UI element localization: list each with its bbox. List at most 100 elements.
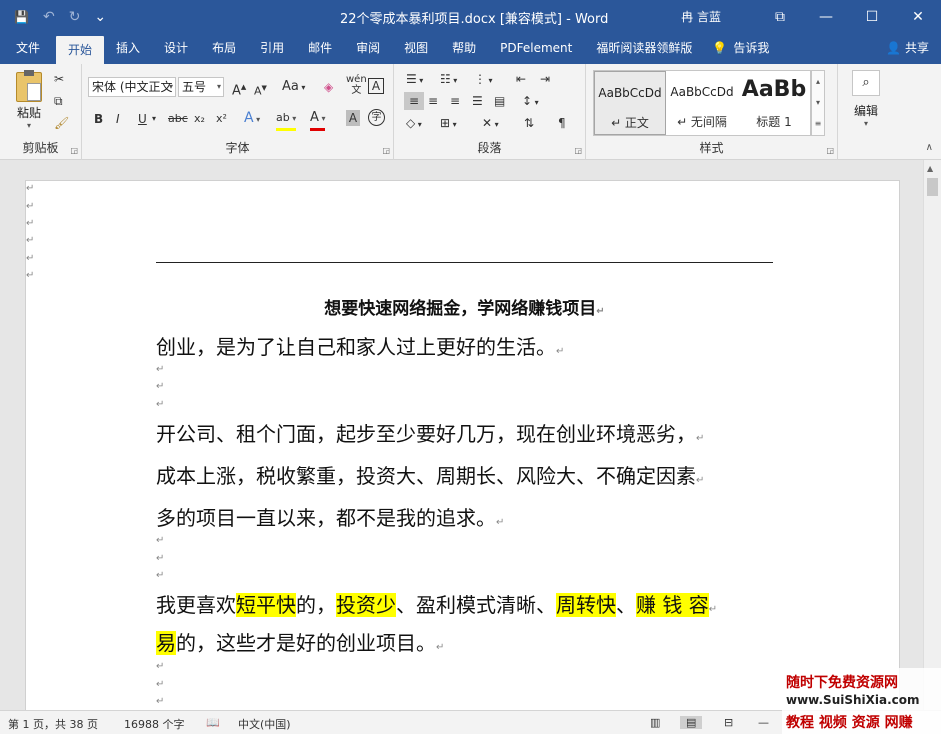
save-icon[interactable]: 💾 <box>14 10 29 24</box>
vertical-scrollbar[interactable]: ▲ <box>923 160 941 710</box>
align-left-button[interactable]: ≡ <box>404 92 424 110</box>
copy-icon[interactable]: ⧉ <box>54 92 63 110</box>
increase-indent-icon[interactable]: ⇥ <box>540 70 550 88</box>
sort-icon[interactable]: ⇅ <box>524 114 534 132</box>
style-normal[interactable]: AaBbCcDd ↵ 正文 <box>594 71 666 135</box>
undo-icon[interactable]: ↶ <box>43 9 55 25</box>
distributed-icon[interactable]: ▤ <box>494 92 505 110</box>
styles-launcher-icon[interactable]: ◲ <box>826 146 834 155</box>
page-count[interactable]: 第 1 页，共 38 页 <box>8 716 98 732</box>
tab-pdfelement[interactable]: PDFelement <box>488 33 584 64</box>
multilevel-list-icon[interactable]: ⋮ ▾ <box>474 70 493 90</box>
subscript-button[interactable]: x₂ <box>194 110 205 128</box>
text-effects-icon[interactable]: A ▾ <box>244 109 260 129</box>
superscript-button[interactable]: x² <box>216 110 227 128</box>
paragraph-mark: ↵ <box>26 183 35 194</box>
chinese-layout-icon[interactable]: ✕ ▾ <box>482 114 499 134</box>
enclose-characters-icon[interactable]: 字 <box>368 109 385 126</box>
web-layout-icon[interactable]: ⊟ <box>724 716 733 729</box>
shading-icon[interactable]: ◇ ▾ <box>406 114 422 134</box>
tab-layout[interactable]: 布局 <box>200 33 248 64</box>
share-label: 共享 <box>904 41 929 55</box>
paste-button[interactable]: 粘贴 ▾ <box>10 70 48 134</box>
borders-icon[interactable]: ⊞ ▾ <box>440 114 457 134</box>
body-line[interactable]: 我更喜欢短平快的，投资少、盈利模式清晰、周转快、赚 钱 容↵ <box>156 589 717 618</box>
body-line[interactable]: 成本上涨，税收繁重，投资大、周期长、风险大、不确定因素↵ <box>156 460 704 489</box>
body-line[interactable]: 开公司、租个门面，起步至少要好几万，现在创业环境恶劣，↵ <box>156 418 704 447</box>
zoom-slider[interactable]: — <box>758 716 769 729</box>
change-case-icon[interactable]: Aa ▾ <box>282 78 305 97</box>
document-area[interactable]: ↵ ↵ ↵ ↵ ↵ ↵ 想要快速网络掘金，学网络赚钱项目↵ 创业，是为了让自己和… <box>0 160 923 710</box>
tab-view[interactable]: 视图 <box>392 33 440 64</box>
character-border-icon[interactable]: A <box>368 78 384 94</box>
proofing-icon[interactable]: 📖 <box>206 716 220 729</box>
tab-file[interactable]: 文件 <box>0 33 52 64</box>
shrink-font-icon[interactable]: A▼ <box>254 79 267 101</box>
editing-button[interactable]: ⌕ 编辑 ▾ <box>848 70 884 128</box>
align-center-button[interactable]: ≡ <box>428 92 438 110</box>
body-line[interactable]: 多的项目一直以来，都不是我的追求。↵ <box>156 502 504 531</box>
tab-home[interactable]: 开始 <box>56 36 105 64</box>
show-marks-icon[interactable]: ¶ <box>558 114 566 132</box>
tell-me-label: 告诉我 <box>733 41 770 55</box>
tell-me-search[interactable]: 💡 告诉我 <box>704 33 781 64</box>
tab-references[interactable]: 引用 <box>248 33 296 64</box>
clear-formatting-icon[interactable]: ◈ <box>324 78 333 96</box>
numbering-icon[interactable]: ☷ ▾ <box>440 70 457 90</box>
collapse-ribbon-icon[interactable]: ∧ <box>926 142 933 153</box>
body-line[interactable]: 易的，这些才是好的创业项目。↵ <box>156 627 444 656</box>
underline-button[interactable]: U <box>138 110 147 128</box>
grow-font-icon[interactable]: A▲ <box>232 78 246 100</box>
tab-design[interactable]: 设计 <box>152 33 200 64</box>
close-button[interactable]: ✕ <box>895 9 941 25</box>
body-line[interactable]: 创业，是为了让自己和家人过上更好的生活。↵ <box>156 331 564 360</box>
document-heading-text: 想要快速网络掘金，学网络赚钱项目 <box>324 299 597 319</box>
paragraph-mark: ↵ <box>708 604 718 615</box>
user-name[interactable]: 冉 言蓝 <box>681 8 721 25</box>
read-mode-icon[interactable]: ▥ <box>650 716 660 729</box>
underline-dropdown-icon[interactable]: ▾ <box>152 110 156 128</box>
clipboard-launcher-icon[interactable]: ◲ <box>70 146 78 155</box>
style-heading-1[interactable]: AaBb 标题 1 <box>738 71 810 135</box>
cut-icon[interactable]: ✂ <box>54 70 64 88</box>
phonetic-guide-icon[interactable]: wén 文 <box>346 74 367 96</box>
minimize-button[interactable]: — <box>803 9 849 25</box>
customize-qat-icon[interactable]: ⌄ <box>94 9 106 25</box>
lightbulb-icon: 💡 <box>712 41 728 55</box>
scroll-thumb[interactable] <box>927 178 938 196</box>
redo-icon[interactable]: ↻ <box>69 9 81 25</box>
maximize-button[interactable]: ☐ <box>849 9 895 25</box>
font-launcher-icon[interactable]: ◲ <box>382 146 390 155</box>
font-name-select[interactable]: 宋体 (中文正文 ▾ <box>88 77 176 97</box>
share-button[interactable]: 👤 共享 <box>874 33 941 64</box>
tab-review[interactable]: 审阅 <box>344 33 392 64</box>
print-layout-icon[interactable]: ▤ <box>680 716 703 729</box>
ribbon-display-options-icon[interactable]: ⧉ <box>757 9 803 25</box>
bold-button[interactable]: B <box>94 110 103 128</box>
word-count[interactable]: 16988 个字 <box>124 716 185 732</box>
highlight-color-icon[interactable]: ab ▾ <box>276 109 297 131</box>
line-spacing-icon[interactable]: ↕ ▾ <box>522 92 539 112</box>
tab-help[interactable]: 帮助 <box>440 33 488 64</box>
styles-scroll[interactable]: ▴ ▾ ≡ <box>811 70 825 136</box>
scroll-up-icon[interactable]: ▲ <box>927 164 933 173</box>
strikethrough-button[interactable]: abc <box>168 110 188 128</box>
tab-mailings[interactable]: 邮件 <box>296 33 344 64</box>
document-heading[interactable]: 想要快速网络掘金，学网络赚钱项目↵ <box>156 294 773 319</box>
paragraph-mark: ↵ <box>696 475 705 486</box>
format-painter-icon[interactable]: 🖌 <box>54 114 69 132</box>
justify-button[interactable]: ☰ <box>472 92 483 110</box>
tab-foxit[interactable]: 福昕阅读器领鲜版 <box>584 33 704 64</box>
document-page[interactable]: ↵ ↵ ↵ ↵ ↵ ↵ 想要快速网络掘金，学网络赚钱项目↵ 创业，是为了让自己和… <box>25 180 900 710</box>
bullets-icon[interactable]: ☰ ▾ <box>406 70 423 90</box>
style-no-spacing[interactable]: AaBbCcDd ↵ 无间隔 <box>666 71 738 135</box>
paragraph-launcher-icon[interactable]: ◲ <box>574 146 582 155</box>
font-color-icon[interactable]: A ▾ <box>310 109 326 131</box>
decrease-indent-icon[interactable]: ⇤ <box>516 70 526 88</box>
tab-insert[interactable]: 插入 <box>104 33 152 64</box>
italic-button[interactable]: I <box>116 110 120 128</box>
character-shading-icon[interactable]: A <box>346 110 360 126</box>
align-right-button[interactable]: ≡ <box>450 92 460 110</box>
font-size-select[interactable]: 五号 ▾ <box>178 77 224 97</box>
language-indicator[interactable]: 中文(中国) <box>238 716 291 732</box>
